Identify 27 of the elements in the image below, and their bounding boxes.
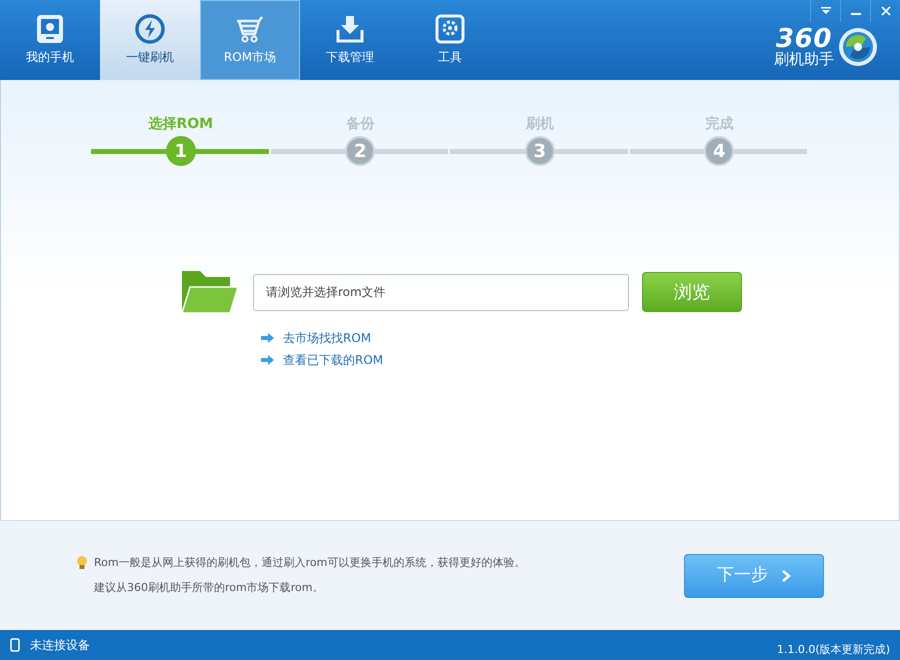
arrow-icon	[261, 333, 275, 343]
tip-text: 建议从360刷机助手所带的rom市场下载rom。	[94, 580, 324, 596]
link[interactable]: 查看已下载的ROM	[261, 351, 899, 369]
cart-icon	[235, 14, 265, 44]
nav-tab[interactable]: 下载管理	[300, 0, 400, 80]
arrow-icon	[261, 355, 275, 365]
nav-tab[interactable]: 一键刷机	[100, 0, 200, 80]
device-status: 未连接设备	[30, 637, 90, 654]
lightbulb-icon	[76, 555, 88, 571]
phone-icon	[10, 638, 20, 652]
file-path-field[interactable]: 请浏览并选择rom文件	[253, 274, 629, 310]
gear-icon	[435, 14, 465, 44]
tablet-icon	[35, 14, 65, 44]
nav-tab[interactable]: 我的手机	[0, 0, 100, 80]
refresh-icon	[135, 14, 165, 44]
logo-title: 刷机助手	[774, 52, 834, 67]
version-text: 1.1.0.0(版本更新完成)	[776, 642, 890, 658]
nav-tab[interactable]: ROM市场	[200, 0, 300, 80]
download-icon	[335, 14, 365, 44]
nav-tab[interactable]: 工具	[400, 0, 500, 80]
step-label: 选择ROM	[148, 115, 214, 134]
tip-text: Rom一般是从网上获得的刷机包，通过刷入rom可以更换手机的系统，获得更好的体验。	[94, 555, 526, 571]
logo-icon	[838, 26, 878, 66]
folder-icon	[180, 269, 240, 315]
link[interactable]: 去市场找找ROM	[261, 329, 899, 347]
logo-number: 360	[776, 26, 832, 52]
chevron-icon	[782, 570, 791, 582]
